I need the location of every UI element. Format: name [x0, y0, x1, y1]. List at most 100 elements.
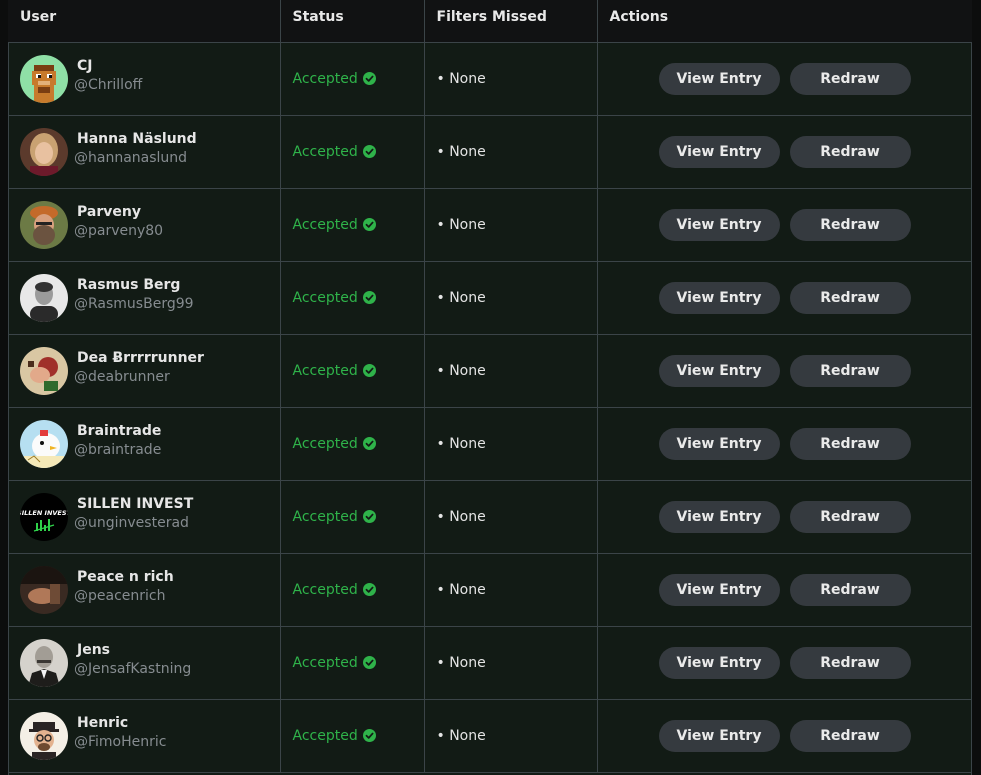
user-handle[interactable]: @peacenrich [74, 587, 174, 605]
column-header-actions: Actions [597, 0, 972, 43]
table-row: SILLEN INVEST SILLEN INVEST @unginvester… [8, 480, 973, 554]
user-display-name[interactable]: SILLEN INVEST [74, 495, 193, 514]
status-cell: Accepted [281, 363, 424, 379]
filters-missed-cell: • None [436, 143, 486, 160]
view-entry-button[interactable]: View Entry [658, 208, 780, 241]
actions-cell: View Entry Redraw [598, 573, 973, 606]
column-header-user: User [8, 0, 281, 43]
filters-missed-cell: • None [436, 216, 486, 233]
redraw-button[interactable]: Redraw [789, 500, 911, 533]
view-entry-button[interactable]: View Entry [658, 573, 780, 606]
user-cell: Braintrade @braintrade [8, 419, 280, 468]
user-cell: Dea Ƀrrrrrunner @deabrunner [8, 346, 280, 395]
redraw-button[interactable]: Redraw [789, 646, 911, 679]
check-circle-icon [362, 72, 376, 85]
table-header-row: User Status Filters Missed Actions [8, 0, 972, 43]
redraw-button[interactable]: Redraw [789, 135, 911, 168]
view-entry-button[interactable]: View Entry [658, 646, 780, 679]
status-cell: Accepted [281, 290, 424, 306]
view-entry-button[interactable]: View Entry [658, 719, 780, 752]
user-display-name[interactable]: Dea Ƀrrrrrunner [74, 349, 204, 368]
actions-cell: View Entry Redraw [598, 500, 973, 533]
view-entry-button[interactable]: View Entry [658, 281, 780, 314]
photo-avatar[interactable] [20, 565, 68, 614]
user-display-name[interactable]: Hanna Näslund [74, 130, 197, 149]
check-circle-icon [362, 656, 376, 669]
table-row: Braintrade @braintrade Accepted • None V… [8, 407, 972, 481]
actions-cell: View Entry Redraw [598, 354, 973, 387]
user-cell: CJ @Chrilloff [8, 54, 280, 103]
status-badge: Accepted [292, 654, 358, 671]
check-circle-icon [362, 364, 376, 377]
cartoon-chicken-avatar[interactable] [20, 419, 68, 468]
column-header-status: Status [280, 0, 425, 43]
check-circle-icon [362, 145, 376, 158]
photo-avatar[interactable] [20, 200, 68, 249]
user-display-name[interactable]: Henric [74, 714, 166, 733]
redraw-button[interactable]: Redraw [789, 719, 911, 752]
actions-cell: View Entry Redraw [598, 135, 973, 168]
redraw-button[interactable]: Redraw [789, 281, 911, 314]
user-cell: Parveny @parveny80 [8, 200, 280, 249]
cartoon-avatar[interactable] [20, 711, 68, 760]
user-handle[interactable]: @hannanaslund [74, 149, 197, 167]
redraw-button[interactable]: Redraw [789, 427, 911, 460]
view-entry-button[interactable]: View Entry [658, 135, 780, 168]
entries-table: User Status Filters Missed Actions CJ @C… [8, 0, 972, 773]
table-row: Henric @FimoHenric Accepted • None View … [8, 699, 972, 773]
view-entry-button[interactable]: View Entry [658, 62, 780, 95]
status-cell: Accepted [281, 728, 424, 744]
logo-avatar[interactable]: SILLEN INVEST [20, 492, 68, 541]
status-cell: Accepted [281, 436, 424, 452]
user-handle[interactable]: @RasmusBerg99 [74, 295, 194, 313]
status-cell: Accepted [281, 509, 424, 525]
actions-cell: View Entry Redraw [598, 281, 973, 314]
status-badge: Accepted [292, 289, 358, 306]
user-cell: SILLEN INVEST SILLEN INVEST @unginvester… [8, 492, 280, 541]
user-display-name[interactable]: Jens [74, 641, 191, 660]
photo-avatar[interactable] [20, 273, 68, 322]
user-handle[interactable]: @unginvesterad [74, 514, 193, 532]
check-circle-icon [362, 729, 376, 742]
redraw-button[interactable]: Redraw [789, 354, 911, 387]
filters-missed-cell: • None [436, 581, 486, 598]
user-display-name[interactable]: Parveny [74, 203, 163, 222]
user-handle[interactable]: @FimoHenric [74, 733, 166, 751]
user-display-name[interactable]: Peace n rich [74, 568, 174, 587]
user-handle[interactable]: @JensafKastning [74, 660, 191, 678]
status-badge: Accepted [292, 362, 358, 379]
photo-avatar[interactable] [20, 127, 68, 176]
redraw-button[interactable]: Redraw [789, 208, 911, 241]
status-badge: Accepted [292, 435, 358, 452]
status-badge: Accepted [292, 143, 358, 160]
user-handle[interactable]: @braintrade [74, 441, 161, 459]
status-badge: Accepted [292, 581, 358, 598]
user-cell: Jens @JensafKastning [8, 638, 280, 687]
pixel-ape-avatar[interactable] [20, 54, 68, 103]
entries-table-frame: User Status Filters Missed Actions CJ @C… [8, 0, 972, 775]
user-display-name[interactable]: Braintrade [74, 422, 161, 441]
user-handle[interactable]: @parveny80 [74, 222, 163, 240]
view-entry-button[interactable]: View Entry [658, 500, 780, 533]
status-badge: Accepted [292, 216, 358, 233]
portrait-avatar[interactable] [20, 638, 68, 687]
table-row: Rasmus Berg @RasmusBerg99 Accepted • Non… [8, 261, 973, 335]
view-entry-button[interactable]: View Entry [658, 427, 780, 460]
user-handle[interactable]: @deabrunner [74, 368, 204, 386]
user-handle[interactable]: @Chrilloff [74, 76, 142, 94]
user-display-name[interactable]: Rasmus Berg [74, 276, 194, 295]
filters-missed-cell: • None [436, 654, 486, 671]
redraw-button[interactable]: Redraw [789, 573, 911, 606]
actions-cell: View Entry Redraw [598, 62, 973, 95]
redraw-button[interactable]: Redraw [789, 62, 911, 95]
user-cell: Peace n rich @peacenrich [8, 565, 280, 614]
illustration-avatar[interactable] [20, 346, 68, 395]
check-circle-icon [362, 583, 376, 596]
view-entry-button[interactable]: View Entry [658, 354, 780, 387]
status-cell: Accepted [281, 582, 424, 598]
user-display-name[interactable]: CJ [74, 57, 142, 76]
check-circle-icon [362, 437, 376, 450]
status-cell: Accepted [281, 655, 424, 671]
table-row: Dea Ƀrrrrrunner @deabrunner Accepted • N… [8, 334, 973, 408]
check-circle-icon [362, 291, 376, 304]
